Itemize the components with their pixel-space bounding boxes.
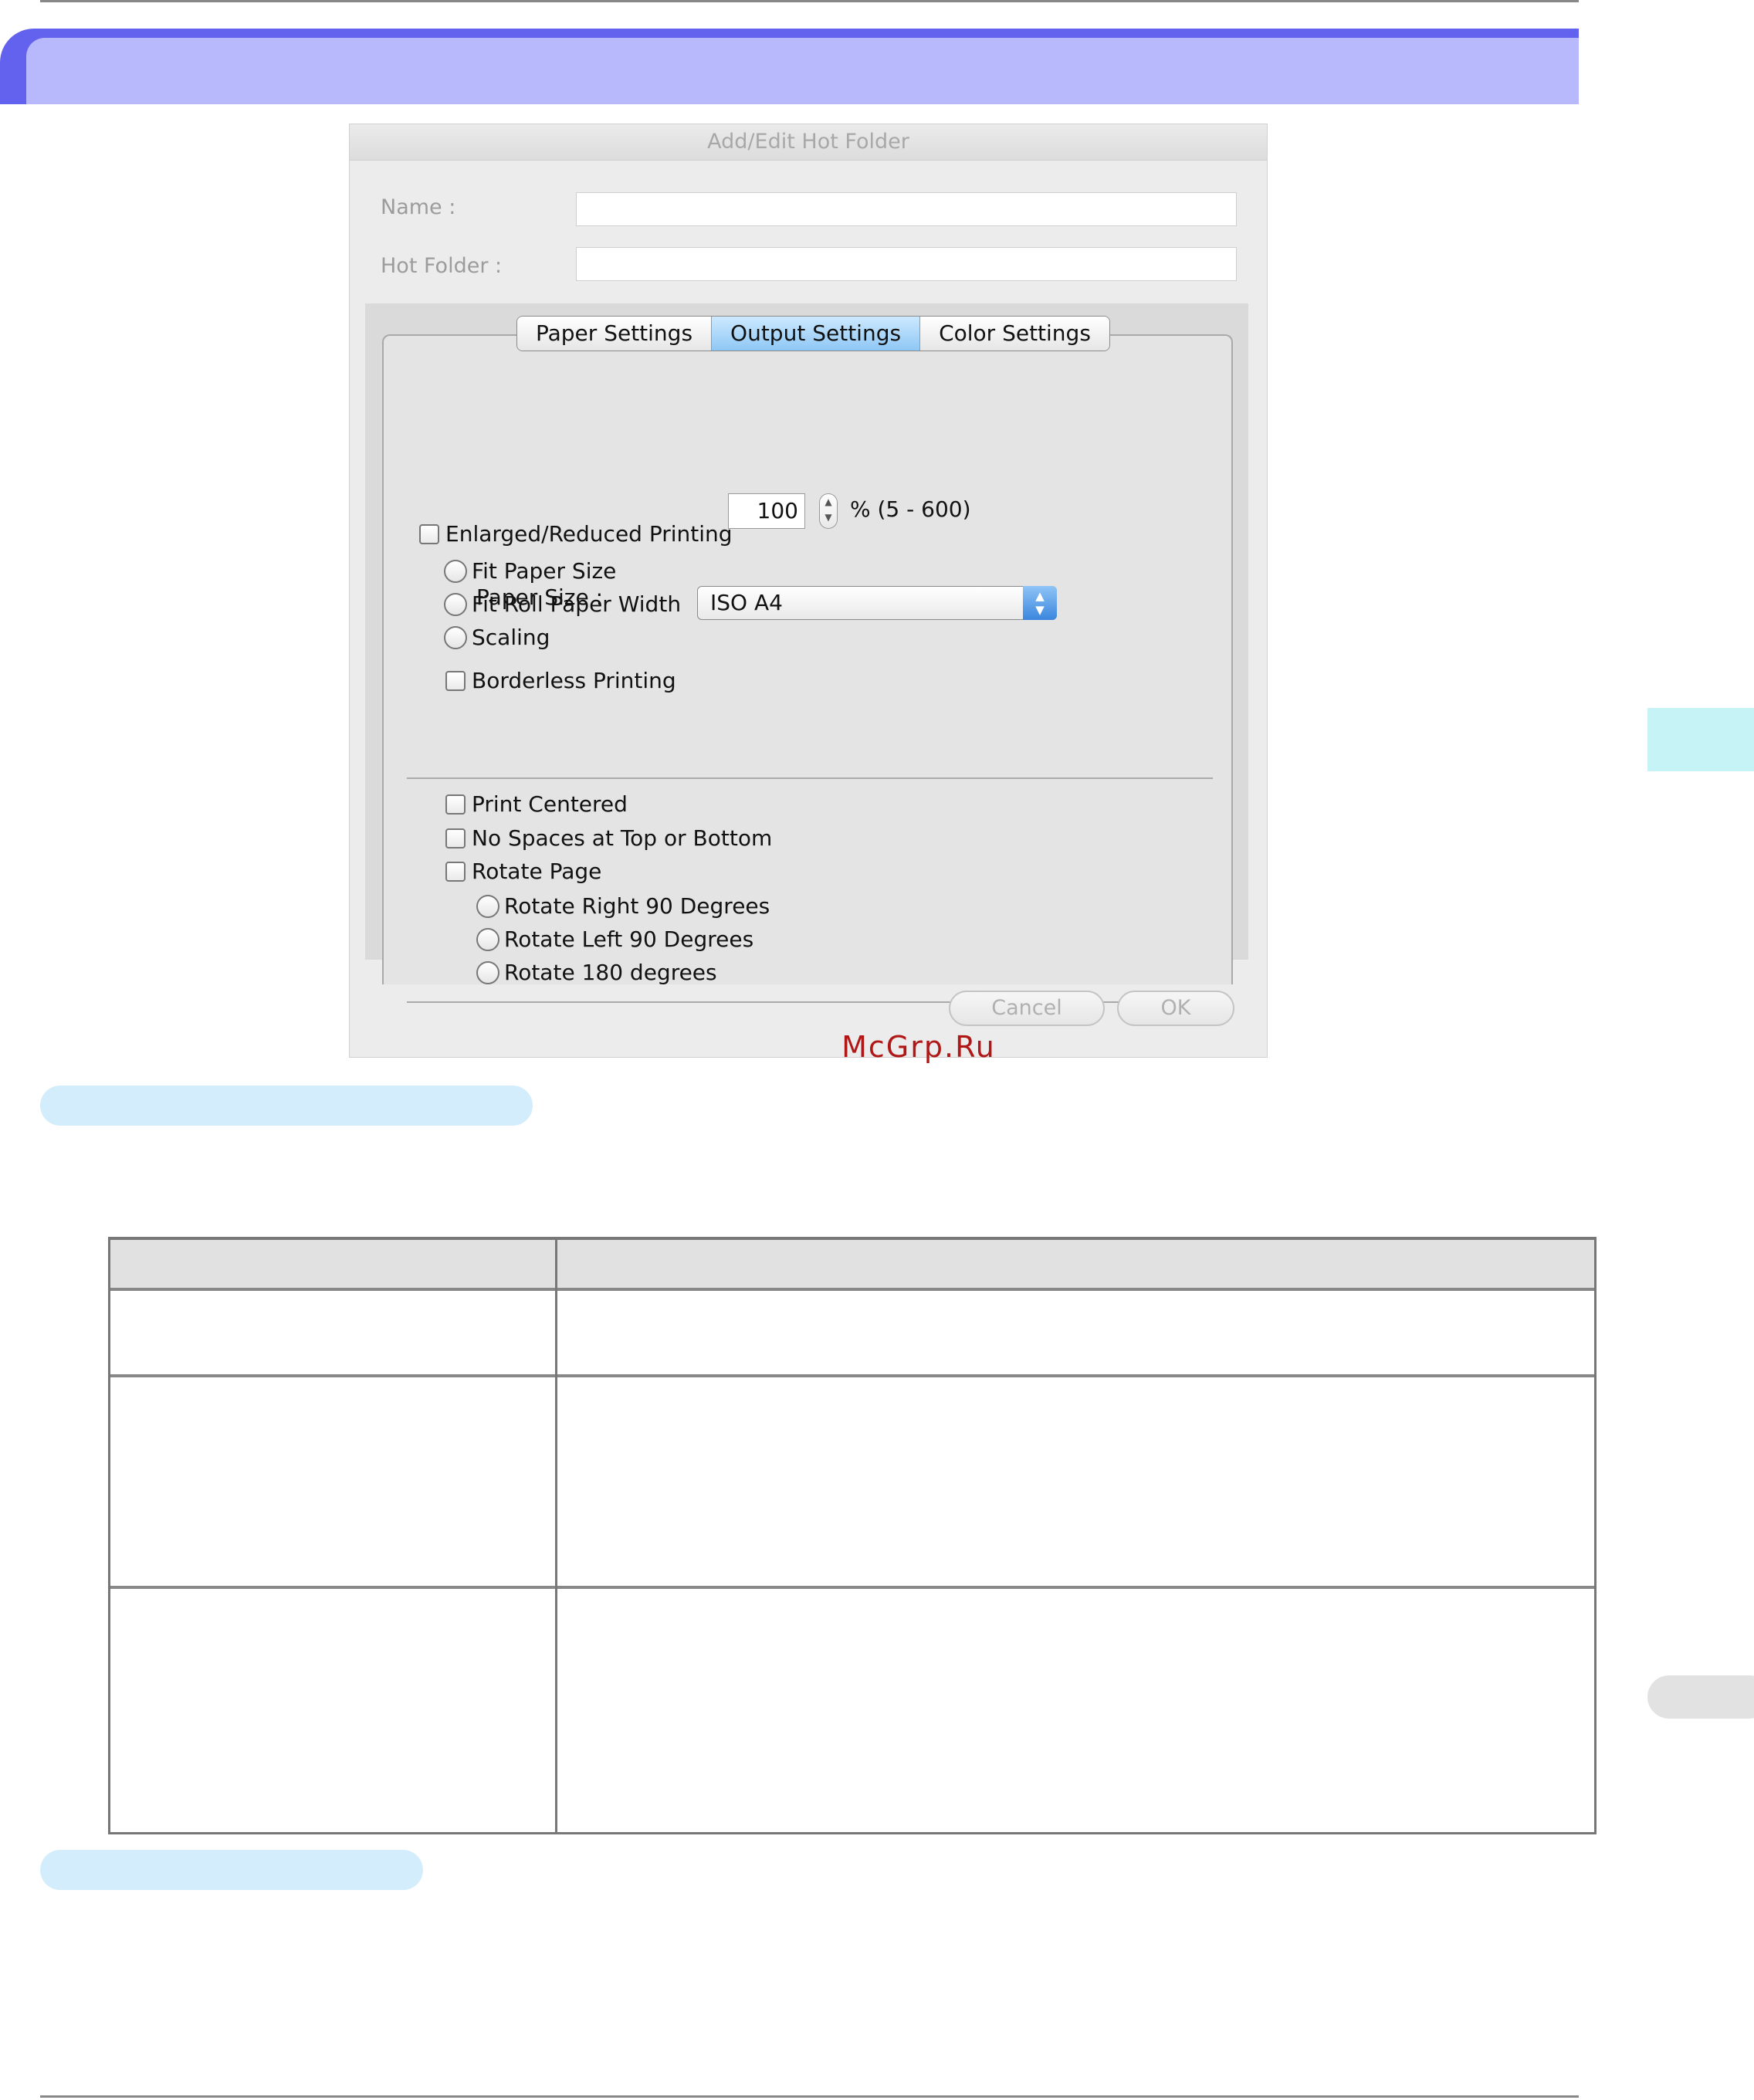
tab-paper-settings[interactable]: Paper Settings	[517, 317, 712, 351]
borderless-checkbox[interactable]: Borderless Printing	[445, 668, 676, 693]
no-spaces-checkbox[interactable]: No Spaces at Top or Bottom	[445, 825, 772, 851]
print-centered-label: Print Centered	[472, 791, 628, 817]
table-rule	[110, 1288, 1594, 1291]
name-label: Name :	[381, 195, 456, 219]
side-index-tab	[1647, 708, 1754, 771]
add-edit-hot-folder-dialog: Add/Edit Hot Folder Name : Hot Folder : …	[349, 124, 1268, 1058]
settings-tabs: Paper Settings Output Settings Color Set…	[516, 316, 1110, 351]
scaling-label: Scaling	[472, 625, 550, 650]
settings-group-box: Enlarged/Reduced Printing Fit Paper Size…	[382, 334, 1233, 1003]
cancel-button[interactable]: Cancel	[949, 991, 1105, 1026]
table-column-rule	[555, 1240, 557, 1832]
table-rule	[110, 1374, 1594, 1377]
hot-folder-input[interactable]	[576, 247, 1237, 281]
side-index-pill	[1647, 1675, 1754, 1719]
radio-icon	[444, 559, 467, 583]
scaling-stepper[interactable]: ▲ ▼	[819, 493, 838, 529]
tab-output-settings[interactable]: Output Settings	[711, 317, 920, 351]
watermark: McGrp.Ru	[841, 1030, 996, 1064]
scaling-range: % (5 - 600)	[850, 496, 971, 522]
fit-paper-size-radio[interactable]: Fit Paper Size	[444, 558, 616, 584]
table-header	[110, 1240, 1594, 1289]
scaling-input[interactable]: 100	[728, 493, 805, 529]
separator	[407, 777, 1213, 779]
ok-button[interactable]: OK	[1117, 991, 1234, 1026]
paper-size-label: Paper Size :	[476, 584, 604, 610]
no-spaces-label: No Spaces at Top or Bottom	[472, 825, 773, 851]
hot-folder-label: Hot Folder :	[381, 254, 503, 278]
settings-table	[108, 1237, 1597, 1834]
dialog-title: Add/Edit Hot Folder	[350, 124, 1267, 161]
radio-icon	[476, 894, 499, 918]
checkbox-icon	[445, 828, 466, 848]
rotate-right-label: Rotate Right 90 Degrees	[504, 893, 770, 919]
enlarged-reduced-checkbox[interactable]: Enlarged/Reduced Printing	[419, 521, 733, 547]
borderless-label: Borderless Printing	[472, 668, 676, 693]
section-heading-pill	[40, 1086, 533, 1126]
name-input[interactable]	[576, 192, 1237, 226]
print-centered-checkbox[interactable]: Print Centered	[445, 791, 628, 817]
checkbox-icon	[445, 861, 466, 882]
chapter-header-bar	[0, 29, 1579, 104]
radio-icon	[444, 592, 467, 616]
checkbox-icon	[445, 670, 466, 691]
rotate-180-radio[interactable]: Rotate 180 degrees	[476, 960, 717, 985]
radio-icon	[476, 927, 499, 951]
tab-color-settings[interactable]: Color Settings	[919, 317, 1109, 351]
fit-paper-size-label: Fit Paper Size	[472, 558, 617, 584]
top-rule	[40, 0, 1579, 2]
stepper-down-icon[interactable]: ▼	[820, 510, 837, 525]
checkbox-icon	[445, 794, 466, 815]
enlarged-reduced-label: Enlarged/Reduced Printing	[445, 521, 733, 547]
rotate-left-radio[interactable]: Rotate Left 90 Degrees	[476, 926, 753, 952]
section-heading-pill	[40, 1850, 423, 1890]
checkbox-icon	[419, 523, 439, 544]
table-rule	[110, 1586, 1594, 1589]
rotate-page-label: Rotate Page	[472, 859, 602, 884]
radio-icon	[444, 625, 467, 649]
paper-size-select[interactable]: ISO A4 ▲ ▼	[697, 586, 1057, 620]
rotate-left-label: Rotate Left 90 Degrees	[504, 926, 754, 952]
scaling-radio[interactable]: Scaling	[444, 625, 550, 650]
rotate-page-checkbox[interactable]: Rotate Page	[445, 859, 601, 884]
rotate-right-radio[interactable]: Rotate Right 90 Degrees	[476, 893, 770, 919]
bottom-rule	[40, 2095, 1579, 2098]
stepper-up-icon[interactable]: ▲	[820, 494, 837, 510]
updown-arrows-icon: ▲ ▼	[1023, 586, 1057, 620]
radio-icon	[476, 960, 499, 984]
rotate-180-label: Rotate 180 degrees	[504, 960, 717, 985]
paper-size-value: ISO A4	[710, 590, 783, 615]
